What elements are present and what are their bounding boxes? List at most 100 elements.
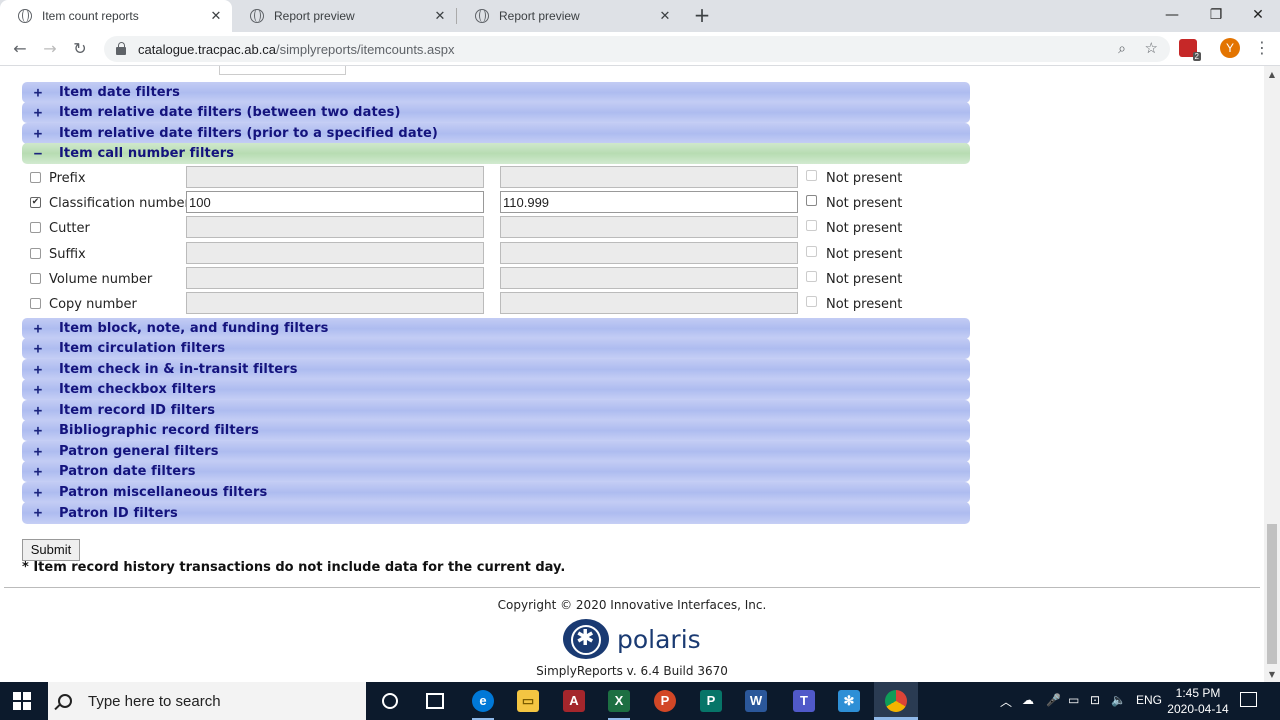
cutter-checkbox[interactable] — [30, 222, 41, 233]
excel-icon[interactable]: X — [608, 690, 630, 712]
forward-arrow-icon[interactable]: → — [40, 39, 60, 59]
filter-patron-id[interactable]: + Patron ID filters — [22, 502, 970, 524]
language-indicator[interactable]: ENG — [1136, 693, 1162, 707]
cutter-not-present-checkbox[interactable] — [806, 220, 817, 231]
access-icon[interactable]: A — [563, 690, 585, 712]
close-tab-icon[interactable]: ✕ — [208, 8, 224, 24]
filter-item-record-id[interactable]: + Item record ID filters — [22, 400, 970, 421]
battery-icon[interactable]: ▭ — [1068, 693, 1079, 707]
back-arrow-icon[interactable]: ← — [10, 39, 30, 59]
cutter-from-input[interactable] — [186, 216, 484, 238]
prefix-not-present-checkbox[interactable] — [806, 170, 817, 181]
filter-patron-general[interactable]: + Patron general filters — [22, 441, 970, 462]
select-dropdown[interactable] — [219, 66, 346, 75]
network-icon[interactable]: ⊡ — [1090, 693, 1100, 707]
filter-label: Item call number filters — [59, 146, 235, 161]
suffix-checkbox[interactable] — [30, 248, 41, 259]
expand-icon: + — [33, 443, 43, 460]
tab-item-count-reports[interactable]: Item count reports ✕ — [0, 0, 232, 32]
teams-icon[interactable]: T — [793, 690, 815, 712]
classification-checkbox[interactable]: ✔ — [30, 197, 41, 208]
call-number-row-prefix: Prefix Not present — [22, 166, 970, 191]
volume-from-input[interactable] — [186, 267, 484, 289]
tab-report-preview-1[interactable]: Report preview ✕ — [232, 0, 456, 32]
volume-to-input[interactable] — [500, 267, 798, 289]
page-scrollbar[interactable]: ▲ ▼ — [1264, 66, 1280, 682]
maximize-button[interactable]: ❐ — [1194, 0, 1238, 30]
filter-bibliographic-record[interactable]: + Bibliographic record filters — [22, 420, 970, 441]
microphone-icon[interactable]: 🎤 — [1046, 693, 1061, 707]
publisher-icon[interactable]: P — [700, 690, 722, 712]
onedrive-icon[interactable]: ☁ — [1022, 693, 1034, 707]
windows-start-icon[interactable] — [13, 692, 31, 710]
filter-item-circulation[interactable]: + Item circulation filters — [22, 338, 970, 359]
tab-report-preview-2[interactable]: Report preview ✕ — [457, 0, 681, 32]
zoom-icon[interactable]: ⌕ — [1118, 40, 1126, 57]
expand-icon: + — [33, 104, 43, 121]
clock-time: 1:45 PM — [1175, 686, 1221, 700]
close-tab-icon[interactable]: ✕ — [432, 8, 448, 24]
filter-item-checkbox[interactable]: + Item checkbox filters — [22, 379, 970, 400]
chrome-icon[interactable] — [885, 690, 907, 712]
tray-chevron-icon[interactable]: ︿ — [1000, 693, 1012, 710]
classification-to-input[interactable] — [500, 191, 798, 213]
filter-item-relative-date-between[interactable]: + Item relative date filters (between tw… — [22, 102, 970, 123]
history-note: * Item record history transactions do no… — [22, 560, 566, 575]
powerpoint-icon[interactable]: P — [654, 690, 676, 712]
filter-item-relative-date-prior[interactable]: + Item relative date filters (prior to a… — [22, 123, 970, 144]
filter-label: Item record ID filters — [59, 403, 216, 418]
minimize-button[interactable]: — — [1150, 0, 1194, 30]
menu-kebab-icon[interactable]: ⋮ — [1254, 38, 1270, 57]
filter-item-date[interactable]: + Item date filters — [22, 82, 970, 103]
edge-icon[interactable]: e — [472, 690, 494, 712]
volume-not-present-checkbox[interactable] — [806, 271, 817, 282]
volume-icon[interactable]: 🔈 — [1111, 693, 1126, 707]
close-window-button[interactable]: ✕ — [1236, 0, 1280, 30]
scrollbar-thumb[interactable] — [1267, 524, 1277, 664]
profile-avatar[interactable]: Y — [1220, 38, 1240, 58]
volume-checkbox[interactable] — [30, 273, 41, 284]
reload-icon[interactable]: ↻ — [70, 39, 90, 59]
filter-item-check-in[interactable]: + Item check in & in-transit filters — [22, 359, 970, 380]
copy-checkbox[interactable] — [30, 298, 41, 309]
not-present-label: Not present — [826, 196, 903, 211]
suffix-from-input[interactable] — [186, 242, 484, 264]
address-bar[interactable]: catalogue.tracpac.ab.ca/simplyreports/it… — [104, 36, 1170, 62]
browser-tab-strip: Item count reports ✕ Report preview ✕ Re… — [0, 0, 1280, 32]
taskbar-clock[interactable]: 1:45 PM 2020-04-14 — [1166, 685, 1230, 717]
filter-label: Item block, note, and funding filters — [59, 321, 329, 336]
filter-item-block-note-funding[interactable]: + Item block, note, and funding filters — [22, 318, 970, 339]
cutter-to-input[interactable] — [500, 216, 798, 238]
polaris-wordmark: polaris — [617, 624, 701, 654]
prefix-checkbox[interactable] — [30, 172, 41, 183]
tab-title: Report preview — [274, 9, 355, 23]
word-icon[interactable]: W — [745, 690, 767, 712]
copy-not-present-checkbox[interactable] — [806, 296, 817, 307]
search-icon — [58, 694, 72, 708]
bookmark-star-icon[interactable]: ☆ — [1145, 39, 1158, 57]
filter-label: Patron miscellaneous filters — [59, 485, 268, 500]
scroll-down-icon[interactable]: ▼ — [1268, 670, 1276, 679]
copy-to-input[interactable] — [500, 292, 798, 314]
prefix-from-input[interactable] — [186, 166, 484, 188]
filter-item-call-number[interactable]: − Item call number filters — [22, 143, 970, 164]
filter-label: Item relative date filters (between two … — [59, 105, 401, 120]
filter-patron-date[interactable]: + Patron date filters — [22, 461, 970, 482]
scroll-up-icon[interactable]: ▲ — [1268, 70, 1276, 79]
suffix-not-present-checkbox[interactable] — [806, 246, 817, 257]
app-icon[interactable]: ✻ — [838, 690, 860, 712]
new-tab-button[interactable]: + — [692, 5, 712, 25]
classification-not-present-checkbox[interactable] — [806, 195, 817, 206]
taskbar-search[interactable]: Type here to search — [48, 682, 366, 720]
prefix-to-input[interactable] — [500, 166, 798, 188]
classification-from-input[interactable] — [186, 191, 484, 213]
suffix-to-input[interactable] — [500, 242, 798, 264]
filter-patron-miscellaneous[interactable]: + Patron miscellaneous filters — [22, 482, 970, 503]
extension-icon[interactable]: 2 — [1179, 39, 1201, 61]
task-view-icon[interactable] — [426, 693, 444, 709]
copy-from-input[interactable] — [186, 292, 484, 314]
cortana-icon[interactable] — [382, 693, 398, 709]
notifications-icon[interactable] — [1240, 692, 1257, 707]
file-explorer-icon[interactable]: ▭ — [517, 690, 539, 712]
close-tab-icon[interactable]: ✕ — [657, 8, 673, 24]
